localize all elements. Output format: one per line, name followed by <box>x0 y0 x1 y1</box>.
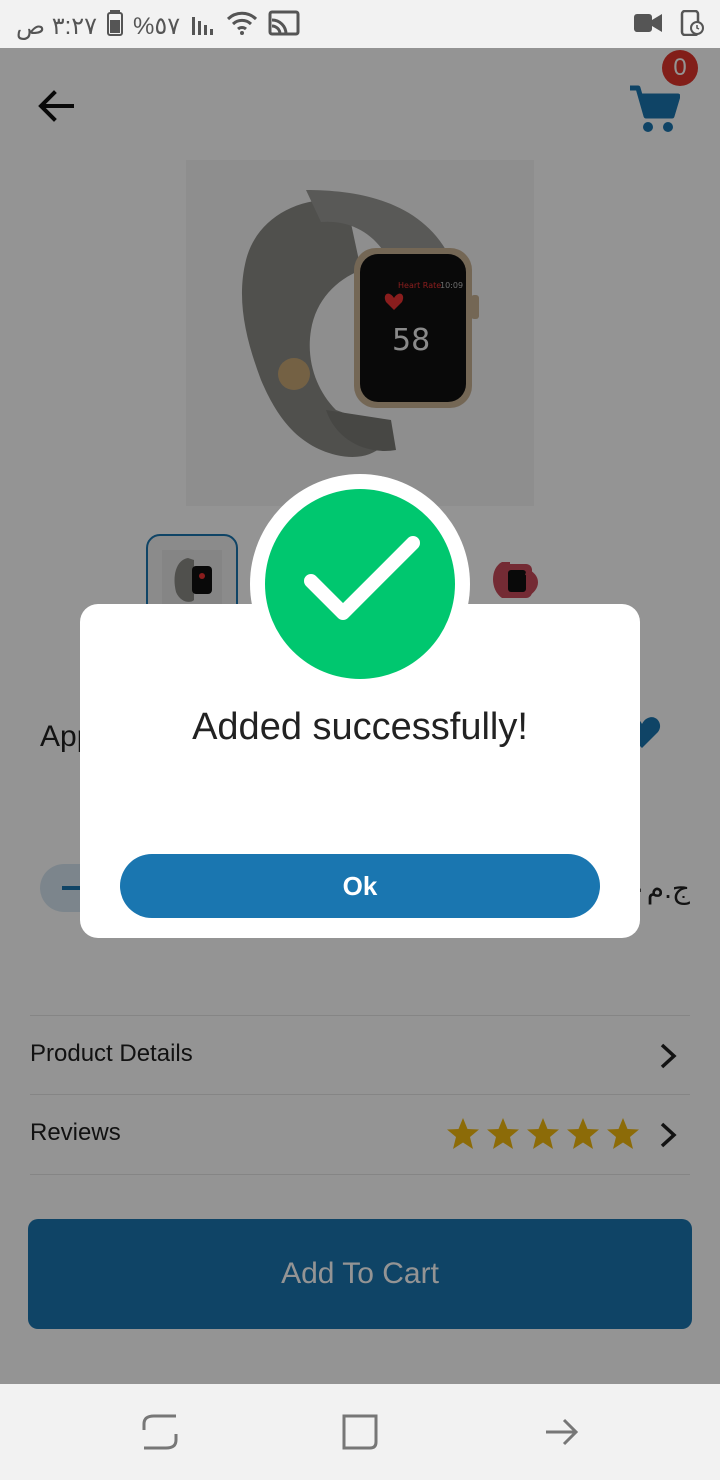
recent-apps-button[interactable] <box>140 1412 180 1452</box>
recent-apps-icon <box>142 1414 178 1450</box>
status-right <box>634 9 704 41</box>
status-battery: %٥٧ <box>133 13 181 40</box>
video-icon <box>634 12 662 39</box>
back-nav-icon <box>546 1418 579 1446</box>
ok-button[interactable]: Ok <box>120 854 600 918</box>
battery-icon <box>107 10 124 43</box>
status-bar: ٣:٢٧ ص %٥٧ <box>0 0 720 48</box>
dialog-title: Added successfully! <box>192 706 528 748</box>
status-time: ٣:٢٧ ص <box>16 13 98 40</box>
success-check-icon <box>304 536 420 620</box>
wifi-icon <box>226 10 258 43</box>
success-circle <box>265 489 455 679</box>
cast-icon <box>268 10 300 43</box>
status-left: ٣:٢٧ ص %٥٧ <box>16 10 300 43</box>
home-square-icon <box>342 1414 378 1450</box>
signal-icon <box>190 11 216 42</box>
system-navigation-bar <box>0 1384 720 1480</box>
back-nav-button[interactable] <box>542 1412 582 1452</box>
success-badge <box>250 474 470 694</box>
screen-timer-icon <box>680 9 704 41</box>
home-button[interactable] <box>340 1412 380 1452</box>
